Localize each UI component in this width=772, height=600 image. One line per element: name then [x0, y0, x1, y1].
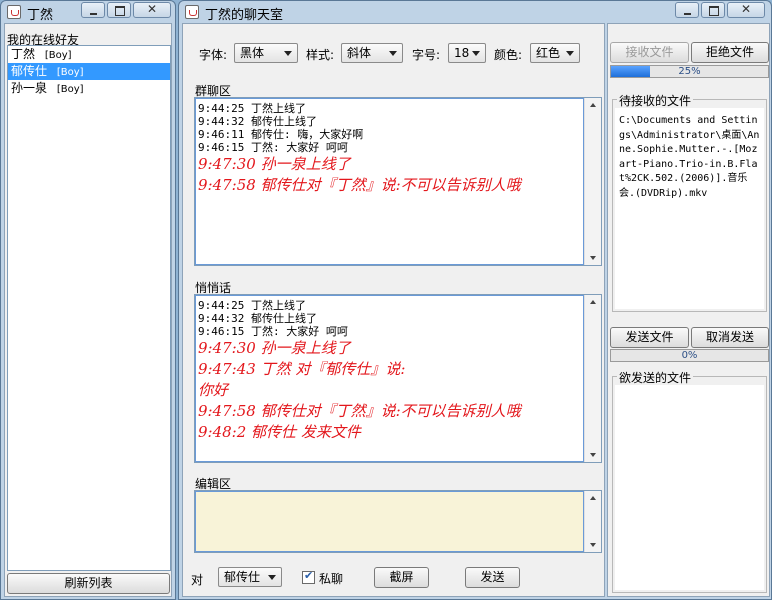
size-select[interactable]: 18: [448, 43, 486, 63]
friends-list[interactable]: 丁然 [Boy] 郁传仕 [Boy] 孙一泉 [Boy]: [7, 45, 171, 571]
chat-window: 丁然的聊天室 字体: 黑体 样式: 斜体 字号: 18 颜色: 红色 群聊区 9…: [178, 0, 772, 600]
java-icon: [7, 5, 21, 19]
pending-send-box: 欲发送的文件: [612, 369, 767, 593]
cancel-send-button[interactable]: 取消发送: [691, 327, 769, 348]
close-icon[interactable]: [133, 2, 171, 18]
friend-item[interactable]: 孙一泉 [Boy]: [8, 80, 170, 97]
whisper-scrollbar[interactable]: [584, 295, 601, 462]
size-label: 字号:: [412, 48, 441, 62]
private-chat-checkbox[interactable]: [302, 569, 315, 584]
friends-panel: 我的在线好友 丁然 [Boy] 郁传仕 [Boy] 孙一泉 [Boy] 刷新列表: [4, 23, 172, 597]
edit-area[interactable]: [194, 490, 602, 553]
style-label: 样式:: [306, 48, 335, 62]
maximize-icon[interactable]: [107, 2, 131, 18]
scroll-up-icon[interactable]: [590, 300, 596, 304]
chat-message-styled: 9:47:30 孙一泉上线了: [198, 155, 351, 173]
scroll-up-icon[interactable]: [590, 496, 596, 500]
receive-progress-bar: 25%: [610, 65, 769, 78]
chevron-down-icon: [389, 51, 397, 56]
chat-message: 9:46:11 郁传仕: 嗨，大家好啊: [198, 128, 364, 141]
chat-message: 9:44:25 丁然上线了: [198, 102, 306, 115]
pending-send-list[interactable]: [615, 385, 764, 590]
pending-receive-file[interactable]: C:\Documents and Settings\Administrator\…: [619, 114, 761, 201]
friend-item-selected[interactable]: 郁传仕 [Boy]: [8, 63, 170, 80]
font-label: 字体:: [199, 48, 228, 62]
chat-window-title: 丁然的聊天室: [205, 8, 284, 23]
file-panel: 接收文件 拒绝文件 25% 待接收的文件 C:\Documents and Se…: [607, 23, 770, 597]
chat-message: 9:46:15 丁然: 大家好 呵呵: [198, 325, 348, 338]
chevron-down-icon: [268, 575, 276, 580]
scroll-up-icon[interactable]: [590, 103, 596, 107]
accept-file-button[interactable]: 接收文件: [610, 42, 689, 63]
chat-message-styled: 9:48:2 郁传仕 发来文件: [198, 423, 361, 441]
maximize-icon[interactable]: [701, 2, 725, 18]
recipient-select[interactable]: 郁传仕: [218, 567, 282, 587]
friend-item[interactable]: 丁然 [Boy]: [8, 46, 170, 63]
chat-message-styled: 9:47:58 郁传仕对『丁然』说:不可以告诉别人哦: [198, 402, 521, 420]
refresh-list-button[interactable]: 刷新列表: [7, 573, 170, 594]
color-label: 颜色:: [494, 48, 523, 62]
chat-message-styled: 9:47:43 丁然 对『郁传仕』说:: [198, 360, 406, 378]
pending-receive-list[interactable]: C:\Documents and Settings\Administrator\…: [615, 108, 764, 309]
pending-receive-box: 待接收的文件 C:\Documents and Settings\Adminis…: [612, 92, 767, 312]
java-icon: [185, 5, 199, 19]
send-file-button[interactable]: 发送文件: [610, 327, 689, 348]
send-progress-bar: 0%: [610, 349, 769, 362]
scroll-down-icon[interactable]: [590, 256, 596, 260]
chevron-down-icon: [284, 51, 292, 56]
friends-window-title: 丁然: [27, 8, 54, 23]
friends-titlebar[interactable]: 丁然: [1, 1, 175, 23]
screenshot-button[interactable]: 截屏: [374, 567, 429, 588]
chat-message: 9:46:15 丁然: 大家好 呵呵: [198, 141, 348, 154]
chat-titlebar[interactable]: 丁然的聊天室: [179, 1, 771, 23]
chat-message-styled: 你好: [198, 381, 229, 399]
close-icon[interactable]: [727, 2, 765, 18]
to-label: 对: [191, 573, 204, 587]
minimize-icon[interactable]: [675, 2, 699, 18]
chat-main-panel: 字体: 黑体 样式: 斜体 字号: 18 颜色: 红色 群聊区 9:44:25 …: [182, 23, 605, 597]
group-chat-scrollbar[interactable]: [584, 98, 601, 265]
scroll-down-icon[interactable]: [590, 543, 596, 547]
style-select[interactable]: 斜体: [341, 43, 403, 63]
whisper-area[interactable]: 9:44:25 丁然上线了 9:44:32 郁传仕上线了 9:46:15 丁然:…: [194, 294, 602, 463]
chat-message-styled: 9:47:58 郁传仕对『丁然』说:不可以告诉别人哦: [198, 176, 521, 194]
reject-file-button[interactable]: 拒绝文件: [691, 42, 769, 63]
private-chat-label: 私聊: [319, 572, 344, 586]
minimize-icon[interactable]: [81, 2, 105, 18]
chat-message: 9:44:32 郁传仕上线了: [198, 312, 317, 325]
chat-message-styled: 9:47:30 孙一泉上线了: [198, 339, 351, 357]
friends-window: 丁然 我的在线好友 丁然 [Boy] 郁传仕 [Boy] 孙一泉 [Boy] 刷…: [0, 0, 176, 600]
color-select[interactable]: 红色: [530, 43, 580, 63]
scroll-down-icon[interactable]: [590, 453, 596, 457]
chat-message: 9:44:32 郁传仕上线了: [198, 115, 317, 128]
font-select[interactable]: 黑体: [234, 43, 298, 63]
pending-send-label: 欲发送的文件: [617, 369, 694, 386]
chevron-down-icon: [566, 51, 574, 56]
chevron-down-icon: [472, 51, 480, 56]
edit-scrollbar[interactable]: [584, 491, 601, 552]
group-chat-area[interactable]: 9:44:25 丁然上线了 9:44:32 郁传仕上线了 9:46:11 郁传仕…: [194, 97, 602, 266]
chat-message: 9:44:25 丁然上线了: [198, 299, 306, 312]
send-button[interactable]: 发送: [465, 567, 520, 588]
pending-receive-label: 待接收的文件: [617, 92, 694, 109]
